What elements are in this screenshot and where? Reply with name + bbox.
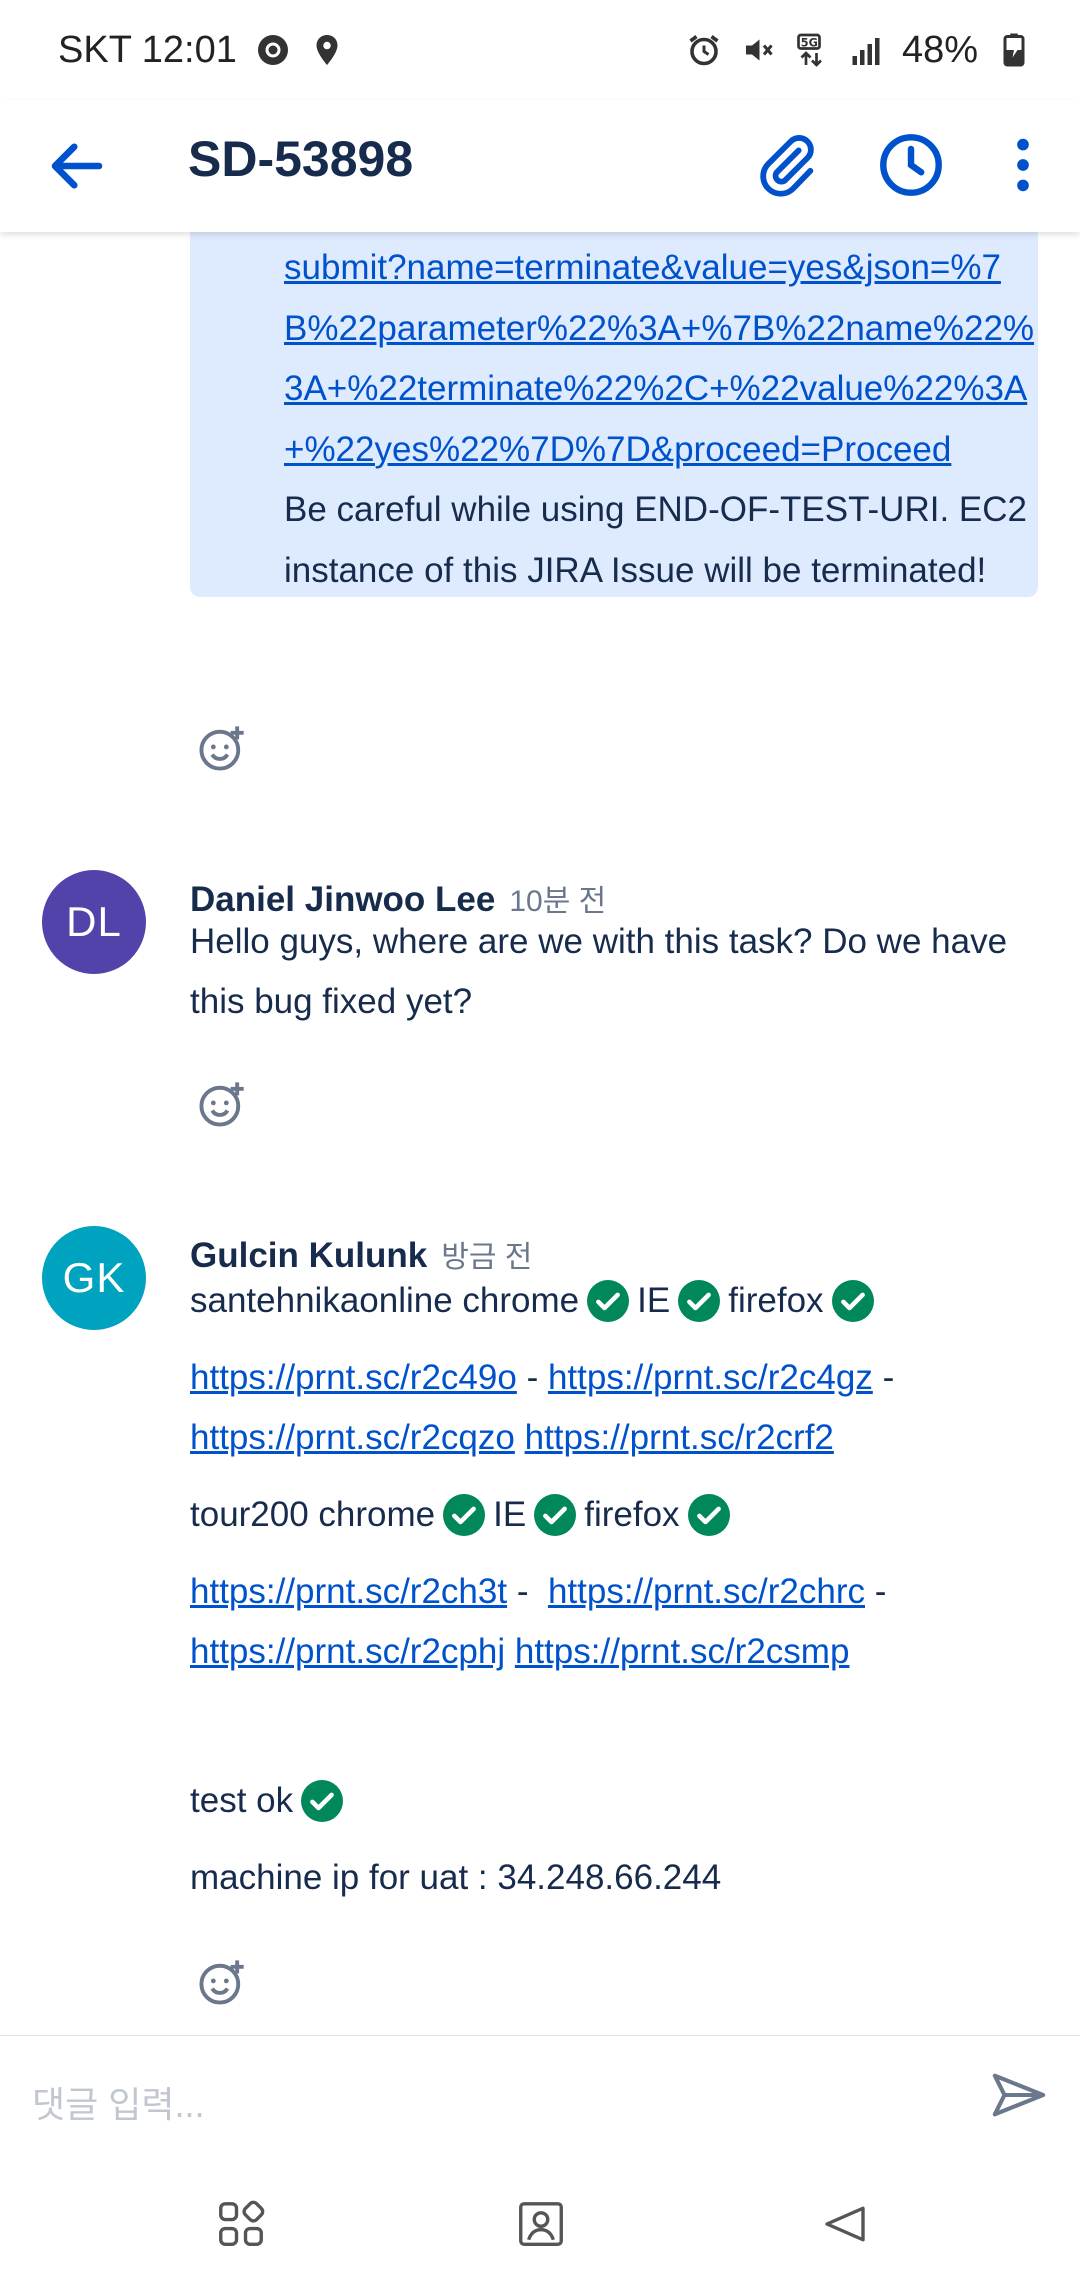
screenshot-link[interactable]: https://prnt.sc/r2ch3t: [190, 1572, 507, 1612]
send-icon[interactable]: [990, 2066, 1048, 2124]
home-icon[interactable]: [514, 2197, 568, 2251]
attachment-icon[interactable]: [752, 130, 822, 200]
clock-icon[interactable]: [876, 130, 946, 200]
check-mark-icon: [534, 1494, 577, 1536]
more-vert-icon[interactable]: [988, 130, 1058, 200]
alarm-icon: [686, 32, 722, 68]
links-row: https://prnt.sc/r2cphj https://prnt.sc/r…: [190, 1632, 849, 1672]
check-mark-icon: [678, 1280, 721, 1322]
links-row: https://prnt.sc/r2cqzo https://prnt.sc/r…: [190, 1418, 834, 1458]
svg-text:5G: 5G: [801, 36, 818, 49]
app-bar: SD-53898: [0, 100, 1080, 232]
comment-text: Hello guys, where are we with this task?…: [190, 922, 1008, 961]
test-ok-row: test ok: [190, 1780, 351, 1822]
browser-check-row: santehnikaonline chrome IE firefox: [190, 1280, 882, 1322]
back-arrow-icon[interactable]: [44, 133, 110, 199]
screenshot-link[interactable]: https://prnt.sc/r2c49o: [190, 1358, 517, 1398]
avatar[interactable]: DL: [42, 870, 146, 974]
screenshot-link[interactable]: https://prnt.sc/r2cqzo: [190, 1418, 515, 1458]
avatar[interactable]: GK: [42, 1226, 146, 1330]
screenshot-link[interactable]: https://prnt.sc/r2cphj: [190, 1632, 505, 1672]
signal-icon: [848, 32, 884, 68]
comment-author[interactable]: Daniel Jinwoo Lee 10분 전: [190, 876, 606, 920]
comment-text: this bug fixed yet?: [190, 982, 473, 1021]
screenshot-link[interactable]: https://prnt.sc/r2c4gz: [548, 1358, 873, 1398]
links-row: https://prnt.sc/r2c49o - https://prnt.sc…: [190, 1358, 895, 1398]
browser-check-row: tour200 chrome IE firefox: [190, 1494, 738, 1536]
carrier-time: SKT 12:01: [58, 28, 237, 71]
comment-input[interactable]: 댓글 입력...: [32, 2076, 205, 2128]
check-mark-icon: [831, 1280, 874, 1322]
quote-text: submit?name=terminate&value=yes&json=%7 B…: [284, 238, 1044, 601]
screenshot-link[interactable]: https://prnt.sc/r2crf2: [525, 1418, 834, 1458]
5g-data-icon: 5G: [794, 32, 830, 68]
check-mark-icon: [443, 1494, 486, 1536]
at-sign-icon: [255, 32, 291, 68]
recent-apps-icon[interactable]: [214, 2197, 268, 2251]
system-nav-bar: [0, 2185, 1080, 2280]
comment-author[interactable]: Gulcin Kulunk 방금 전: [190, 1232, 532, 1276]
comment-feed[interactable]: submit?name=terminate&value=yes&json=%7 B…: [0, 232, 1080, 2035]
battery-charging-icon: [996, 32, 1032, 68]
add-reaction-icon[interactable]: [196, 1078, 248, 1130]
check-mark-icon: [587, 1280, 630, 1322]
links-row: https://prnt.sc/r2ch3t - https://prnt.sc…: [190, 1572, 887, 1612]
check-mark-icon: [687, 1494, 730, 1536]
screenshot-link[interactable]: https://prnt.sc/r2chrc: [548, 1572, 865, 1612]
comment-time: 10분 전: [509, 885, 607, 918]
warning-text: Be careful while using END-OF-TEST-URI. …: [284, 490, 1027, 590]
location-pin-icon: [309, 32, 345, 68]
mute-icon: [740, 32, 776, 68]
screenshot-link[interactable]: https://prnt.sc/r2csmp: [515, 1632, 850, 1672]
back-nav-icon[interactable]: [818, 2197, 872, 2251]
end-of-test-link[interactable]: submit?name=terminate&value=yes&json=%7 B…: [284, 248, 1034, 469]
page-title: SD-53898: [188, 131, 414, 187]
comment-input-bar: 댓글 입력...: [0, 2035, 1080, 2186]
add-reaction-icon[interactable]: [196, 1956, 248, 2008]
add-reaction-icon[interactable]: [196, 722, 248, 774]
battery-percent: 48%: [901, 28, 978, 71]
machine-ip-text: machine ip for uat : 34.248.66.244: [190, 1858, 722, 1897]
comment-time: 방금 전: [441, 1241, 533, 1274]
check-mark-icon: [301, 1780, 344, 1822]
status-bar: SKT 12:01 5G 48%: [0, 0, 1080, 100]
